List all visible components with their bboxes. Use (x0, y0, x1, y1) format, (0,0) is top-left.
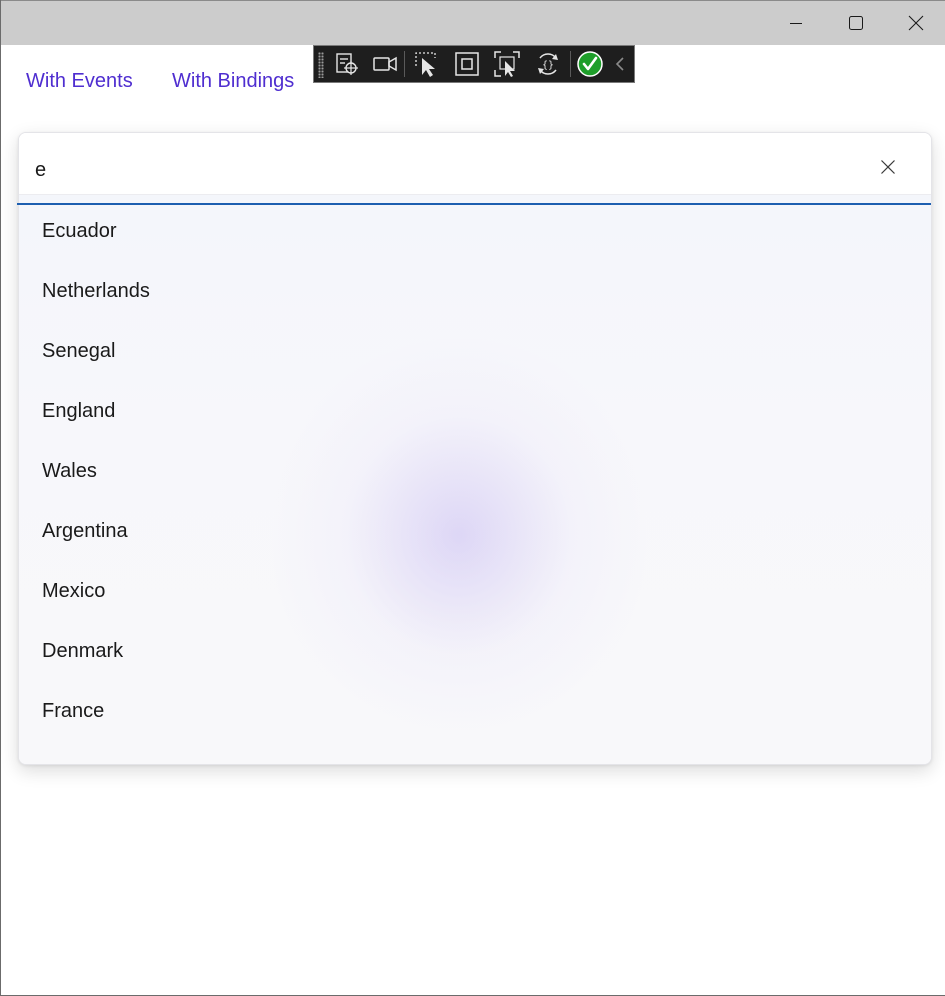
suggestion-item[interactable]: Argentina (19, 500, 931, 560)
minimize-icon (790, 23, 802, 24)
suggestion-item[interactable]: Wales (19, 440, 931, 500)
close-button[interactable] (886, 1, 945, 45)
clear-button[interactable] (874, 153, 902, 181)
toolbar-separator (570, 51, 571, 77)
suggestion-label: France (42, 700, 105, 722)
suggestion-item[interactable]: France (19, 680, 931, 740)
toolbar-separator (404, 51, 405, 77)
input-focus-underline (17, 203, 931, 205)
suggestion-item[interactable]: Senegal (19, 320, 931, 380)
suggestion-label: Wales (42, 460, 97, 482)
select-element-icon[interactable] (332, 50, 362, 78)
minimize-button[interactable] (766, 1, 826, 45)
suggestion-label: Netherlands (42, 280, 150, 302)
with-events-link[interactable]: With Events (26, 70, 133, 93)
hot-reload-icon[interactable]: {} (533, 50, 563, 78)
app-window: With Events With Bindings {} e Ecuador N… (0, 0, 945, 996)
suggestion-label: Mexico (42, 580, 106, 602)
title-bar[interactable] (1, 0, 945, 45)
country-autosuggest: e Ecuador Netherlands Senegal England Wa… (18, 132, 932, 765)
close-icon (881, 160, 895, 174)
suggestion-item[interactable]: Mexico (19, 560, 931, 620)
collapse-chevron-icon[interactable] (607, 50, 633, 78)
suggestion-label: Denmark (42, 640, 124, 662)
svg-text:{}: {} (542, 60, 554, 71)
search-input-value: e (35, 159, 47, 181)
suggestion-label: England (42, 400, 116, 422)
suggestion-item[interactable]: Denmark (19, 620, 931, 680)
track-focus-icon[interactable] (492, 50, 522, 78)
record-icon[interactable] (370, 50, 400, 78)
close-icon (908, 15, 924, 31)
with-bindings-link[interactable]: With Bindings (172, 70, 294, 93)
suggestion-list: Ecuador Netherlands Senegal England Wale… (19, 195, 931, 764)
maximize-button[interactable] (826, 1, 886, 45)
xaml-debug-toolbar: {} (313, 45, 635, 83)
layout-adorners-icon[interactable] (452, 50, 482, 78)
search-input[interactable]: e (19, 133, 931, 195)
binding-status-ok-icon[interactable] (575, 50, 605, 78)
suggestion-label: Senegal (42, 340, 116, 362)
maximize-icon (849, 16, 863, 30)
pointer-select-icon[interactable] (412, 50, 442, 78)
suggestion-label: Argentina (42, 520, 128, 542)
suggestion-item[interactable]: England (19, 380, 931, 440)
toolbar-grip-handle[interactable] (318, 52, 324, 78)
suggestion-item[interactable]: Ecuador (19, 200, 931, 260)
suggestion-label: Ecuador (42, 220, 117, 242)
suggestion-item[interactable]: Netherlands (19, 260, 931, 320)
